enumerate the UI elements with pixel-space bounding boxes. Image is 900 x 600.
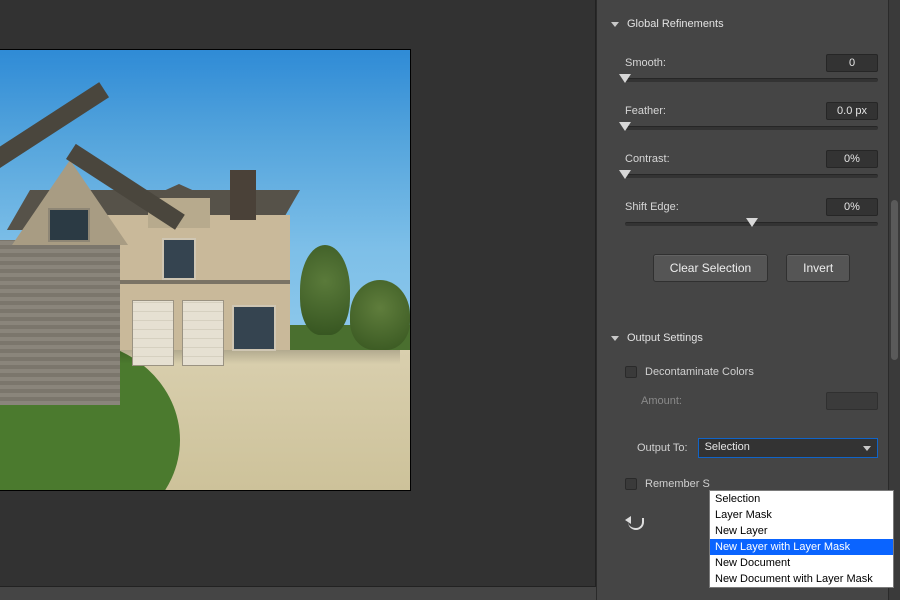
section-title: Global Refinements (627, 18, 724, 30)
remember-settings-row[interactable]: Remember S (597, 458, 900, 490)
output-option[interactable]: New Document with Layer Mask (710, 571, 893, 587)
shift-edge-control: Shift Edge: 0% (625, 198, 878, 226)
chevron-down-icon (611, 336, 619, 341)
clear-selection-button[interactable]: Clear Selection (653, 254, 768, 282)
preview-image (0, 50, 410, 490)
feather-label: Feather: (625, 105, 666, 117)
output-to-selected: Selection (705, 441, 750, 453)
contrast-label: Contrast: (625, 153, 670, 165)
feather-value[interactable]: 0.0 px (826, 102, 878, 120)
feather-control: Feather: 0.0 px (625, 102, 878, 130)
canvas-area (0, 0, 596, 600)
amount-label: Amount: (641, 395, 682, 407)
shift-edge-value[interactable]: 0% (826, 198, 878, 216)
output-to-select[interactable]: Selection (698, 438, 878, 458)
remember-label: Remember S (645, 478, 710, 490)
output-option[interactable]: Layer Mask (710, 507, 893, 523)
section-global-refinements[interactable]: Global Refinements (597, 8, 900, 36)
checkbox-icon[interactable] (625, 366, 637, 378)
smooth-label: Smooth: (625, 57, 666, 69)
checkbox-icon[interactable] (625, 478, 637, 490)
refinement-controls: Smooth: 0 Feather: 0.0 px Contrast: 0% (597, 36, 900, 282)
undo-icon[interactable] (625, 516, 647, 530)
invert-button[interactable]: Invert (786, 254, 850, 282)
slider-thumb-icon[interactable] (619, 122, 631, 131)
output-to-dropdown[interactable]: SelectionLayer MaskNew LayerNew Layer wi… (709, 490, 894, 588)
smooth-value[interactable]: 0 (826, 54, 878, 72)
decontaminate-label: Decontaminate Colors (645, 366, 754, 378)
contrast-slider[interactable] (625, 174, 878, 178)
amount-value (826, 392, 878, 410)
smooth-control: Smooth: 0 (625, 54, 878, 82)
refine-edge-panel: Global Refinements Smooth: 0 Feather: 0.… (596, 0, 900, 600)
contrast-value[interactable]: 0% (826, 150, 878, 168)
section-output-settings[interactable]: Output Settings (597, 322, 900, 350)
smooth-slider[interactable] (625, 78, 878, 82)
amount-row: Amount: (597, 382, 900, 410)
output-option[interactable]: New Layer with Layer Mask (710, 539, 893, 555)
slider-thumb-icon[interactable] (619, 170, 631, 179)
decontaminate-colors-row[interactable]: Decontaminate Colors (597, 362, 900, 382)
output-option[interactable]: New Document (710, 555, 893, 571)
feather-slider[interactable] (625, 126, 878, 130)
scrollbar-grip[interactable] (891, 200, 898, 360)
output-to-label: Output To: (637, 442, 688, 454)
shift-edge-label: Shift Edge: (625, 201, 679, 213)
image-viewer[interactable] (0, 0, 596, 586)
slider-thumb-icon[interactable] (746, 218, 758, 227)
contrast-control: Contrast: 0% (625, 150, 878, 178)
status-bar (0, 586, 596, 600)
slider-thumb-icon[interactable] (619, 74, 631, 83)
shift-edge-slider[interactable] (625, 222, 878, 226)
chevron-down-icon (611, 22, 619, 27)
output-option[interactable]: Selection (710, 491, 893, 507)
section-title: Output Settings (627, 332, 703, 344)
output-option[interactable]: New Layer (710, 523, 893, 539)
